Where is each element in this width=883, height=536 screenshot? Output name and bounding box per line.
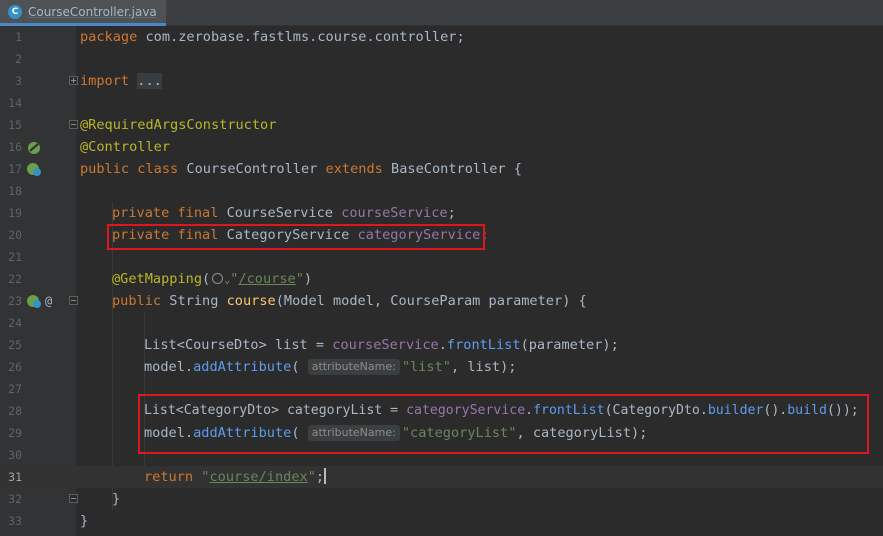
line-number: 20 (8, 228, 22, 242)
code-text: @Controller (80, 139, 171, 155)
highlight-box-category-list (138, 394, 869, 454)
line-number: 30 (8, 448, 22, 462)
folded-imports[interactable]: ... (137, 73, 162, 89)
code-line: 24 (0, 312, 883, 334)
line-number: 18 (8, 184, 22, 198)
spring-request-mapping-icon[interactable] (26, 293, 42, 309)
line-number: 27 (8, 382, 22, 396)
line-number: 33 (8, 514, 22, 528)
code-line: 16 @Controller (0, 136, 883, 158)
code-line: 1 package com.zerobase.fastlms.course.co… (0, 26, 883, 48)
line-number: 17 (8, 162, 22, 176)
code-line: 14 (0, 92, 883, 114)
line-number: 23 (8, 294, 22, 308)
url-globe-icon[interactable] (212, 273, 224, 284)
code-text: import ... (80, 73, 162, 89)
code-text: @RequiredArgsConstructor (80, 117, 277, 133)
code-line: 26 model.addAttribute( attributeName: "li… (0, 356, 883, 378)
code-text: public String course(Model model, Course… (112, 293, 587, 309)
spring-bean-icon[interactable] (26, 139, 42, 155)
tab-title: CourseController.java (28, 4, 157, 19)
code-text: private final CourseService courseServic… (112, 205, 456, 221)
code-line: 2 (0, 48, 883, 70)
annotation-at-icon[interactable]: @ (45, 290, 52, 312)
code-text: } (80, 513, 89, 529)
code-line: 19 private final CourseService courseSer… (0, 202, 883, 224)
code-text: @GetMapping(⌄"/course") (112, 271, 313, 287)
line-number: 24 (8, 316, 22, 330)
line-number: 21 (8, 250, 22, 264)
line-number: 14 (8, 96, 22, 110)
line-number: 15 (8, 118, 22, 132)
line-number: 16 (8, 140, 22, 154)
code-line: 17 public class CourseController extends… (0, 158, 883, 180)
code-line: 3 import ... (0, 70, 883, 92)
fold-collapse-icon[interactable] (69, 494, 78, 503)
code-line: 25 List<CourseDto> list = courseService.… (0, 334, 883, 356)
code-line: 32 } (0, 488, 883, 510)
parameter-hint: attributeName: (307, 359, 400, 375)
java-class-icon: C (8, 4, 22, 19)
code-text: model.addAttribute( attributeName: "list"… (144, 359, 517, 375)
line-number: 28 (8, 404, 22, 418)
line-number: 1 (15, 30, 22, 44)
editor-tab-bar: C CourseController.java (0, 0, 883, 26)
line-number: 25 (8, 338, 22, 352)
code-line: 15 @RequiredArgsConstructor (0, 114, 883, 136)
code-line: 18 (0, 180, 883, 202)
highlight-box-field (107, 224, 485, 250)
text-caret (324, 468, 327, 484)
fold-collapse-icon[interactable] (69, 120, 78, 129)
code-line-current: 31 return "course/index"; (0, 466, 883, 488)
line-number: 31 (8, 470, 22, 484)
fold-collapse-icon[interactable] (69, 296, 78, 305)
code-text: List<CourseDto> list = courseService.fro… (144, 337, 619, 353)
code-line: 22 @GetMapping(⌄"/course") (0, 268, 883, 290)
line-number: 29 (8, 426, 22, 440)
code-line: 23 @ public String course(Model model, C… (0, 290, 883, 312)
line-number: 32 (8, 492, 22, 506)
code-line: 33 } (0, 510, 883, 532)
code-text: } (112, 491, 121, 507)
line-number: 3 (15, 74, 22, 88)
line-number: 26 (8, 360, 22, 374)
line-number: 22 (8, 272, 22, 286)
tab-course-controller[interactable]: C CourseController.java (0, 0, 166, 26)
line-number: 2 (15, 52, 22, 66)
line-number: 19 (8, 206, 22, 220)
code-text: public class CourseController extends Ba… (80, 161, 522, 177)
code-text: package com.zerobase.fastlms.course.cont… (80, 29, 465, 45)
code-text: return "course/index"; (144, 468, 327, 485)
fold-expand-icon[interactable] (69, 76, 78, 85)
spring-bean-web-icon[interactable] (26, 161, 42, 177)
